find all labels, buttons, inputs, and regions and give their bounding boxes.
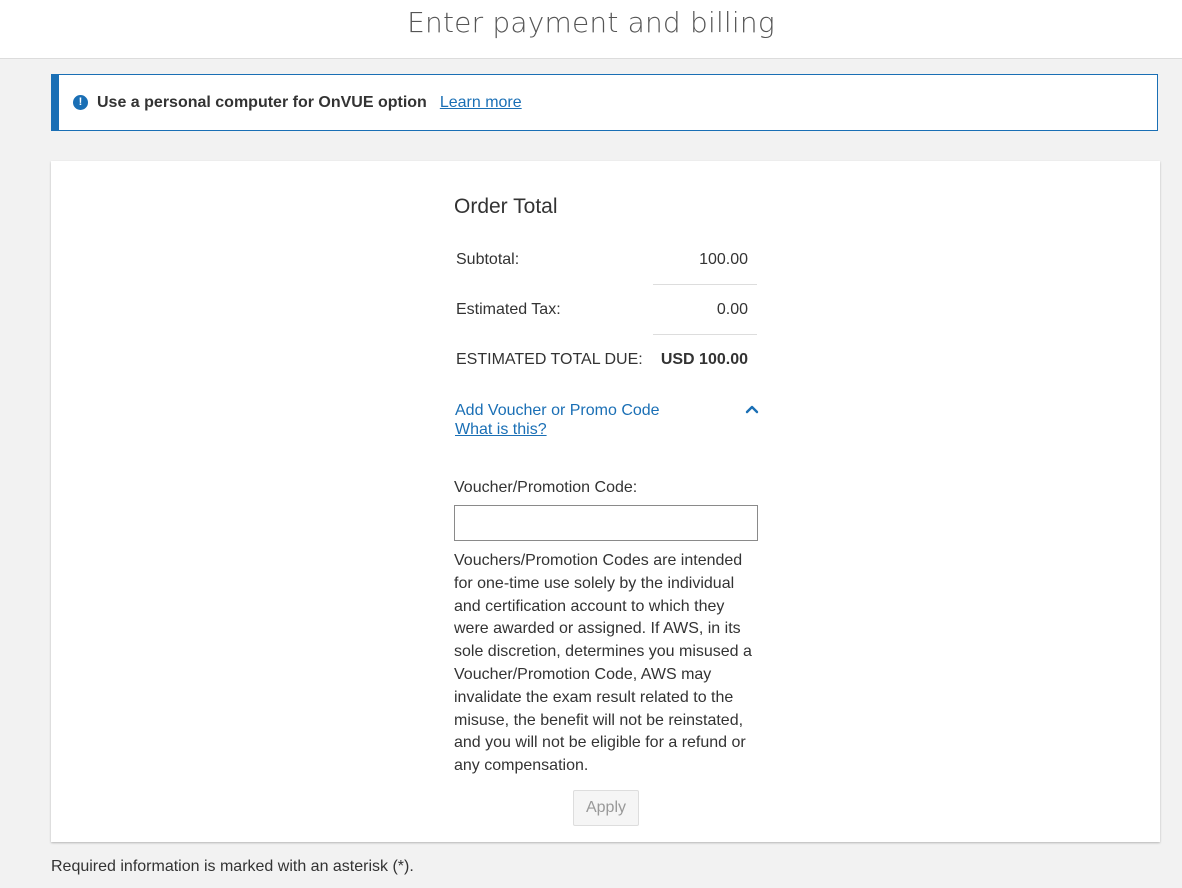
order-total-title: Order Total (454, 195, 558, 218)
tax-row: Estimated Tax: 0.00 (454, 285, 758, 335)
subtotal-row: Subtotal: 100.00 (454, 235, 758, 285)
page-header: Enter payment and billing (0, 0, 1182, 59)
subtotal-value: 100.00 (699, 251, 748, 268)
voucher-disclaimer: Vouchers/Promotion Codes are intended fo… (454, 552, 752, 775)
alert-message: Use a personal computer for OnVUE option (97, 93, 427, 111)
total-label: ESTIMATED TOTAL DUE: (456, 351, 643, 368)
exclamation-circle-icon: ! (73, 95, 88, 110)
total-value: USD 100.00 (660, 351, 748, 368)
info-alert: ! Use a personal computer for OnVUE opti… (51, 74, 1158, 131)
chevron-up-icon[interactable] (745, 402, 759, 416)
apply-button[interactable]: Apply (573, 790, 639, 826)
subtotal-label: Subtotal: (456, 251, 520, 268)
voucher-field-label: Voucher/Promotion Code: (454, 479, 638, 496)
learn-more-link[interactable]: Learn more (440, 94, 522, 112)
required-info-note: Required information is marked with an a… (51, 858, 414, 875)
page-title: Enter payment and billing (407, 6, 775, 39)
order-card: Order Total Subtotal: 100.00 Estimated T… (51, 161, 1160, 842)
add-voucher-link[interactable]: Add Voucher or Promo Code (455, 402, 759, 420)
tax-value: 0.00 (716, 301, 748, 318)
tax-label: Estimated Tax: (456, 301, 561, 318)
voucher-code-input[interactable] (454, 505, 758, 541)
total-row: ESTIMATED TOTAL DUE: USD 100.00 (454, 335, 758, 385)
what-is-this-link[interactable]: What is this? (455, 421, 759, 439)
voucher-toggle: Add Voucher or Promo Code What is this? (455, 402, 759, 439)
